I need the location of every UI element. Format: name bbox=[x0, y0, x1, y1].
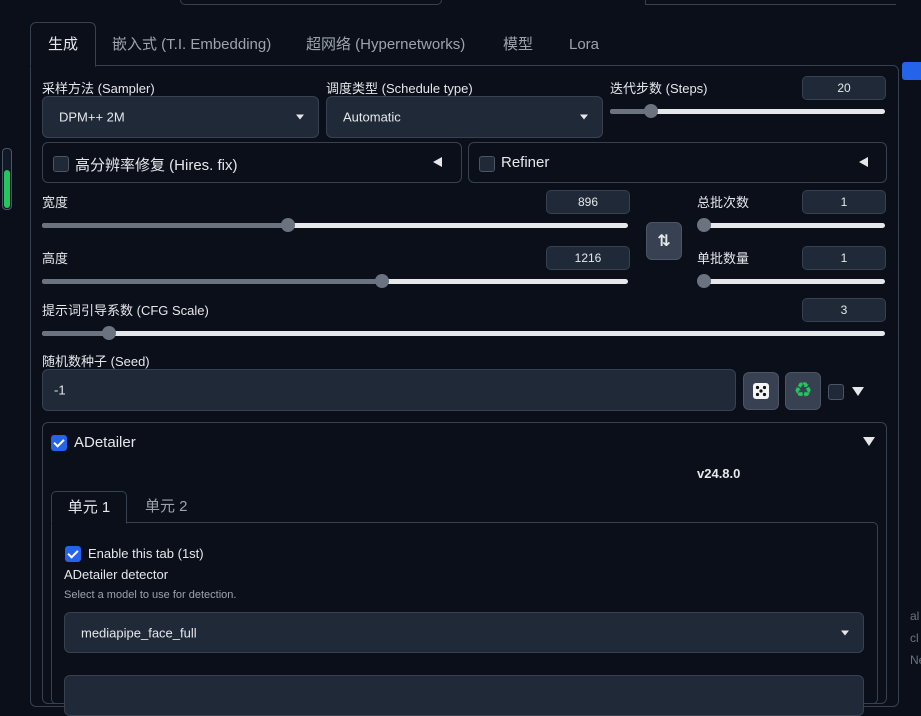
swap-dimensions-button[interactable]: ⇅ bbox=[646, 222, 682, 260]
next-dropdown-partial[interactable] bbox=[64, 675, 864, 716]
adetailer-title[interactable]: ADetailer bbox=[74, 434, 136, 451]
reuse-seed-button[interactable]: ♻ bbox=[785, 372, 821, 410]
progress-bar bbox=[2, 148, 12, 210]
refiner-checkbox[interactable] bbox=[479, 156, 495, 172]
enable-tab-label: Enable this tab (1st) bbox=[88, 546, 204, 561]
progress-fill bbox=[4, 170, 10, 208]
sampler-value: DPM++ 2M bbox=[59, 109, 125, 125]
height-label: 高度 bbox=[42, 251, 69, 266]
seed-value: -1 bbox=[54, 382, 66, 398]
detector-hint: Select a model to use for detection. bbox=[64, 589, 237, 601]
batch-size-slider-thumb[interactable] bbox=[697, 274, 711, 288]
refiner-label: Refiner bbox=[501, 154, 550, 171]
batch-count-input[interactable]: 1 bbox=[802, 190, 886, 214]
batch-size-input[interactable]: 1 bbox=[802, 246, 886, 270]
width-input[interactable]: 896 bbox=[546, 190, 630, 214]
steps-input[interactable]: 20 bbox=[802, 76, 886, 100]
tab-unit-1[interactable]: 单元 1 bbox=[51, 491, 127, 524]
adetailer-collapse-icon[interactable] bbox=[863, 437, 875, 446]
adetailer-version: v24.8.0 bbox=[697, 466, 741, 481]
cfg-slider[interactable] bbox=[42, 326, 885, 340]
batch-count-slider[interactable] bbox=[697, 218, 885, 232]
random-seed-button[interactable] bbox=[743, 372, 779, 410]
hires-fix-label: 高分辨率修复 (Hires. fix) bbox=[75, 157, 238, 174]
steps-slider-thumb[interactable] bbox=[644, 104, 659, 118]
chevron-down-icon bbox=[296, 114, 304, 120]
seed-input[interactable]: -1 bbox=[42, 369, 736, 411]
chevron-down-icon bbox=[580, 114, 588, 120]
refiner-accordion[interactable]: Refiner bbox=[468, 142, 887, 183]
hires-fix-accordion[interactable]: 高分辨率修复 (Hires. fix) bbox=[42, 142, 462, 183]
adetailer-checkbox[interactable] bbox=[51, 435, 67, 451]
batch-count-label: 总批次数 bbox=[697, 195, 750, 210]
collapse-arrow-icon[interactable] bbox=[433, 157, 442, 167]
batch-count-slider-thumb[interactable] bbox=[697, 218, 711, 232]
tab-hypernetworks[interactable]: 超网络 (Hypernetworks) bbox=[306, 24, 465, 65]
steps-label: 迭代步数 (Steps) bbox=[610, 81, 708, 96]
height-slider[interactable] bbox=[42, 274, 628, 288]
tab-model[interactable]: 模型 bbox=[503, 24, 533, 65]
enable-tab-checkbox[interactable] bbox=[65, 546, 81, 562]
chevron-down-icon bbox=[841, 630, 849, 635]
detector-dropdown[interactable]: mediapipe_face_full bbox=[64, 612, 864, 653]
steps-slider[interactable] bbox=[610, 104, 885, 118]
recycle-icon: ♻ bbox=[793, 379, 813, 402]
extra-seed-checkbox[interactable] bbox=[828, 384, 844, 400]
extra-seed-expand-icon[interactable] bbox=[852, 387, 864, 396]
schedule-label: 调度类型 (Schedule type) bbox=[326, 81, 473, 96]
tab-unit-2[interactable]: 单元 2 bbox=[145, 491, 188, 522]
width-slider[interactable] bbox=[42, 218, 628, 232]
side-text-2: cl bbox=[910, 631, 919, 645]
batch-size-label: 单批数量 bbox=[697, 251, 750, 266]
dice-icon bbox=[753, 383, 769, 399]
schedule-value: Automatic bbox=[343, 109, 401, 125]
detector-value: mediapipe_face_full bbox=[81, 625, 197, 640]
cfg-input[interactable]: 3 bbox=[802, 298, 886, 322]
side-text-1: al bbox=[910, 609, 920, 623]
detector-label: ADetailer detector bbox=[64, 567, 169, 582]
sampler-dropdown[interactable]: DPM++ 2M bbox=[42, 96, 319, 138]
swap-icon: ⇅ bbox=[657, 233, 671, 250]
tab-embedding[interactable]: 嵌入式 (T.I. Embedding) bbox=[112, 24, 271, 65]
tab-generate[interactable]: 生成 bbox=[30, 22, 96, 67]
schedule-dropdown[interactable]: Automatic bbox=[326, 96, 603, 138]
height-input[interactable]: 1216 bbox=[546, 246, 630, 270]
width-label: 宽度 bbox=[42, 195, 69, 210]
collapse-arrow-icon[interactable] bbox=[859, 157, 868, 167]
seed-label: 随机数种子 (Seed) bbox=[42, 354, 150, 369]
top-field-remnant bbox=[645, 0, 896, 5]
height-slider-thumb[interactable] bbox=[374, 274, 389, 288]
right-blue-marker[interactable] bbox=[902, 62, 921, 80]
cfg-label: 提示词引导系数 (CFG Scale) bbox=[42, 303, 209, 318]
tab-lora[interactable]: Lora bbox=[569, 24, 599, 65]
width-slider-thumb[interactable] bbox=[281, 218, 296, 232]
batch-size-slider[interactable] bbox=[697, 274, 885, 288]
top-toolbar-remnant bbox=[180, 0, 442, 5]
side-text-3: Ne bbox=[910, 653, 921, 667]
hires-fix-checkbox[interactable] bbox=[53, 156, 69, 172]
cfg-slider-thumb[interactable] bbox=[102, 326, 117, 340]
sampler-label: 采样方法 (Sampler) bbox=[42, 81, 155, 96]
